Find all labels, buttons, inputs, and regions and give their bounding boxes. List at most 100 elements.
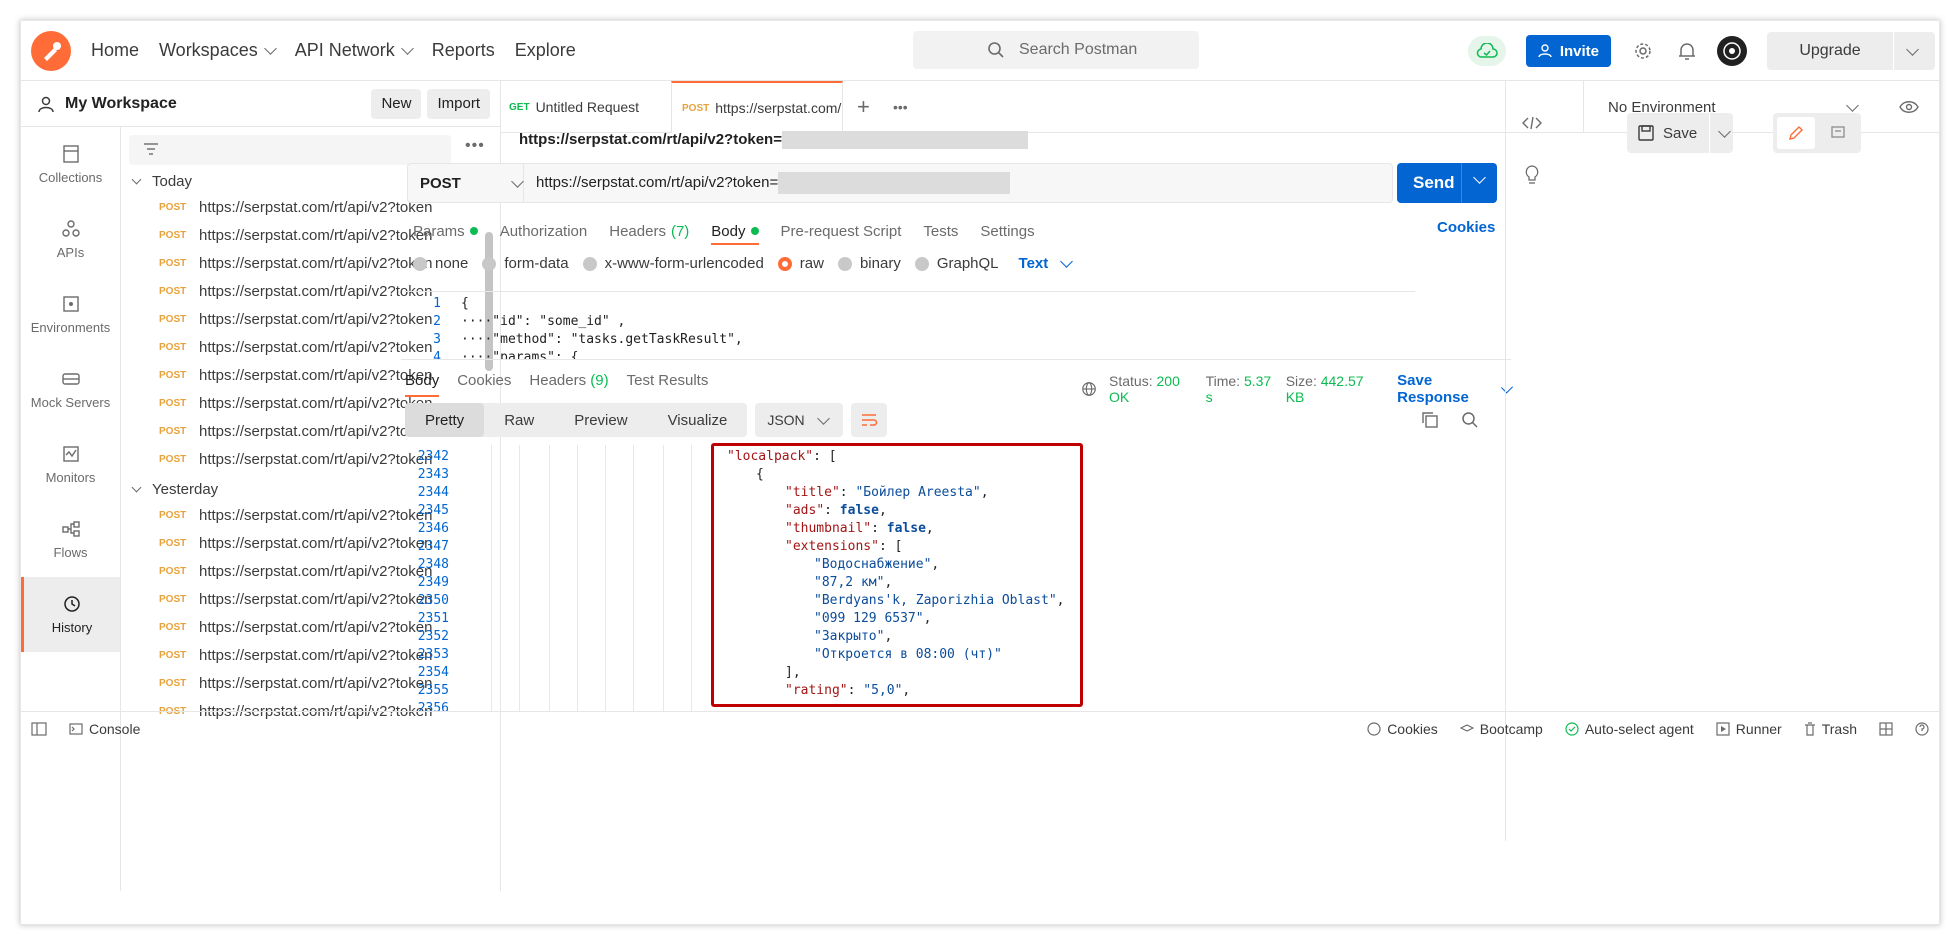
history-item[interactable]: POST https://serpstat.com/rt/api/v2?token	[159, 333, 432, 361]
method-select[interactable]: POST	[408, 163, 524, 203]
layout-icon[interactable]	[1879, 721, 1893, 737]
wrap-lines-icon[interactable]	[851, 403, 888, 437]
code-snippet-icon[interactable]	[1522, 115, 1542, 136]
response-tab-headers[interactable]: Headers (9)	[529, 372, 608, 397]
sync-status-icon[interactable]	[1467, 36, 1506, 66]
history-item[interactable]: POST https://serpstat.com/rt/api/v2?token	[159, 305, 432, 333]
environment-quick-look-eye-icon[interactable]	[1899, 81, 1919, 133]
globe-icon[interactable]	[1081, 380, 1097, 398]
postman-logo-icon[interactable]	[31, 30, 71, 71]
radio-x-www-form-urlencoded[interactable]: x-www-form-urlencoded	[582, 255, 764, 272]
rail-item-flows[interactable]: Flows	[21, 502, 120, 577]
rail-item-environments[interactable]: Environments	[21, 277, 120, 352]
import-button[interactable]: Import	[427, 88, 490, 119]
tab-tests[interactable]: Tests	[923, 217, 958, 245]
history-item[interactable]: POST https://serpstat.com/rt/api/v2?token	[159, 585, 432, 613]
copy-icon[interactable]	[1421, 411, 1439, 434]
settings-gear-icon[interactable]	[1629, 37, 1657, 65]
radio-binary[interactable]: binary	[837, 255, 901, 272]
view-mode-toggle[interactable]	[1773, 113, 1861, 153]
chevron-down-icon[interactable]	[1718, 124, 1732, 138]
agent-button[interactable]: Auto-select agent	[1565, 721, 1694, 737]
tab-serpstat-request[interactable]: POST https://serpstat.com/rt/a	[671, 81, 843, 133]
nav-reports[interactable]: Reports	[432, 40, 495, 61]
history-item[interactable]: POST https://serpstat.com/rt/api/v2?token	[159, 249, 432, 277]
console-button[interactable]: Console	[69, 721, 140, 737]
radio-raw[interactable]: raw	[777, 255, 824, 272]
response-format-select[interactable]: JSON	[755, 403, 844, 437]
history-item[interactable]: POST https://serpstat.com/rt/api/v2?token	[159, 361, 432, 389]
nav-workspaces[interactable]: Workspaces	[159, 40, 277, 61]
history-item[interactable]: POST https://serpstat.com/rt/api/v2?token	[159, 277, 432, 305]
tab-body[interactable]: Body	[711, 223, 759, 245]
search-input[interactable]: Search Postman	[913, 31, 1199, 69]
chevron-down-icon[interactable]	[1906, 42, 1919, 56]
rail-item-collections[interactable]: Collections	[21, 127, 120, 202]
response-body-viewer[interactable]: 2342 "localpack": [2343{2344 "title": "Бой…	[405, 445, 1415, 711]
view-preview[interactable]: Preview	[554, 403, 647, 437]
tab-pre-request-script[interactable]: Pre-request Script	[781, 217, 902, 245]
add-tab-icon[interactable]: +	[857, 81, 870, 133]
save-response-button[interactable]: Save Response	[1397, 372, 1514, 406]
history-filter-input[interactable]	[129, 135, 451, 165]
request-title[interactable]: https://serpstat.com/rt/api/v2?token=	[519, 131, 1028, 150]
tab-params[interactable]: Params	[413, 217, 478, 245]
rail-item-monitors[interactable]: Monitors	[21, 427, 120, 502]
radio-none[interactable]: none	[413, 255, 468, 272]
tab-headers[interactable]: Headers (7)	[609, 217, 689, 245]
trash-button[interactable]: Trash	[1804, 721, 1857, 737]
tab-settings[interactable]: Settings	[980, 217, 1034, 245]
url-input[interactable]: https://serpstat.com/rt/api/v2?token=	[536, 172, 1011, 194]
view-raw[interactable]: Raw	[484, 403, 554, 437]
bootcamp-button[interactable]: Bootcamp	[1459, 721, 1543, 737]
chevron-down-icon[interactable]	[1473, 171, 1486, 184]
history-group-yesterday[interactable]: Yesterday	[131, 481, 218, 498]
nav-api-network[interactable]: API Network	[295, 40, 414, 61]
history-more-icon[interactable]: •••	[465, 137, 485, 155]
view-visualize[interactable]: Visualize	[648, 403, 748, 437]
history-item[interactable]: POST https://serpstat.com/rt/api/v2?token	[159, 221, 432, 249]
save-button[interactable]: Save	[1627, 113, 1733, 153]
history-item[interactable]: POST https://serpstat.com/rt/api/v2?token	[159, 613, 432, 641]
upgrade-button[interactable]: Upgrade	[1767, 32, 1935, 70]
raw-format-select[interactable]: Text	[1019, 255, 1074, 272]
runner-button[interactable]: Runner	[1716, 721, 1782, 737]
response-tab-body[interactable]: Body	[405, 372, 440, 397]
send-button[interactable]: Send	[1397, 163, 1497, 203]
comments-icon[interactable]	[1819, 117, 1857, 149]
tab-authorization[interactable]: Authorization	[500, 217, 588, 245]
history-group-today[interactable]: Today	[131, 173, 192, 190]
response-tab-cookies[interactable]: Cookies	[457, 372, 511, 397]
history-item[interactable]: POST https://serpstat.com/rt/api/v2?token	[159, 641, 432, 669]
history-item[interactable]: POST https://serpstat.com/rt/api/v2?token	[159, 501, 432, 529]
user-avatar[interactable]	[1717, 36, 1747, 66]
response-tab-test-results[interactable]: Test Results	[627, 372, 709, 397]
invite-button[interactable]: Invite	[1525, 35, 1611, 67]
new-button[interactable]: New	[371, 88, 422, 119]
rail-item-history[interactable]: History	[21, 577, 120, 652]
history-item[interactable]: POST https://serpstat.com/rt/api/v2?token	[159, 669, 432, 697]
cookies-link[interactable]: Cookies	[1437, 219, 1495, 236]
search-response-icon[interactable]	[1461, 411, 1479, 434]
cookies-button[interactable]: Cookies	[1367, 721, 1438, 737]
toggle-sidebar-icon[interactable]	[31, 722, 47, 736]
history-item[interactable]: POST https://serpstat.com/rt/api/v2?token	[159, 557, 432, 585]
rail-item-mock-servers[interactable]: Mock Servers	[21, 352, 120, 427]
rail-item-apis[interactable]: APIs	[21, 202, 120, 277]
view-pretty[interactable]: Pretty	[405, 403, 485, 437]
tab-untitled-request[interactable]: GET Untitled Request	[509, 81, 639, 133]
notifications-bell-icon[interactable]	[1673, 37, 1701, 65]
nav-home[interactable]: Home	[91, 40, 139, 61]
nav-explore[interactable]: Explore	[515, 40, 576, 61]
history-item[interactable]: POST https://serpstat.com/rt/api/v2?token	[159, 193, 432, 221]
lightbulb-icon[interactable]	[1524, 165, 1540, 190]
help-icon[interactable]	[1915, 721, 1929, 737]
history-item[interactable]: POST https://serpstat.com/rt/api/v2?token	[159, 529, 432, 557]
radio-form-data[interactable]: form-data	[482, 255, 569, 272]
tabs-more-icon[interactable]: •••	[893, 81, 908, 133]
history-item[interactable]: POST https://serpstat.com/rt/api/v2?token	[159, 445, 432, 473]
history-item[interactable]: POST https://serpstat.com/rt/api/v2?token	[159, 417, 432, 445]
history-item[interactable]: POST https://serpstat.com/rt/api/v2?token	[159, 389, 432, 417]
radio-graphql[interactable]: GraphQL	[914, 255, 999, 272]
request-body-editor[interactable]: 1{ 2 ····"id": "some_id" , 3 ····"method":…	[405, 291, 1415, 359]
